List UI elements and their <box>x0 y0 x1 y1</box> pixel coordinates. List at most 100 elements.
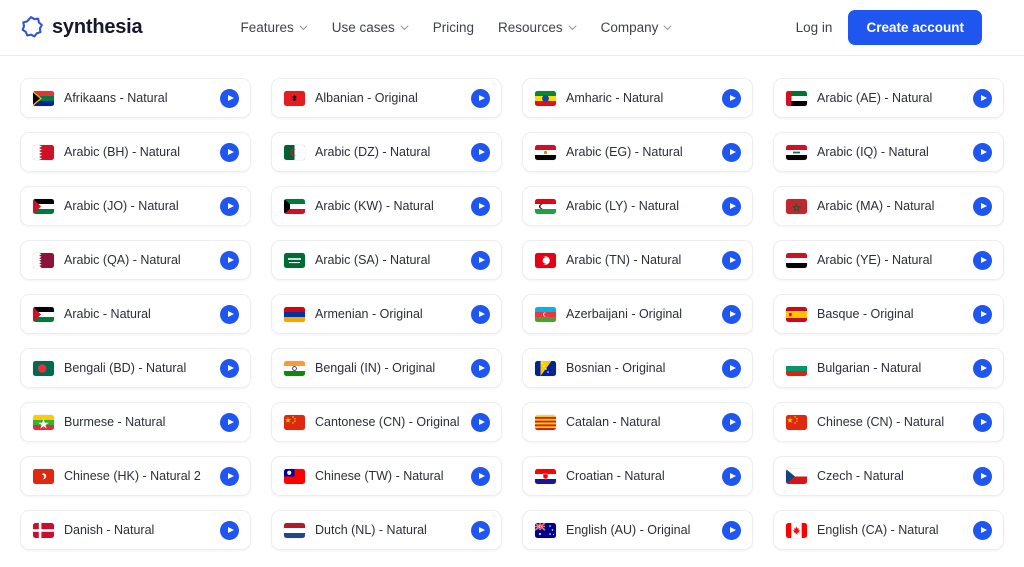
play-icon[interactable] <box>220 466 239 486</box>
play-icon[interactable] <box>471 88 490 108</box>
voice-label: Arabic (SA) - Natural <box>315 253 431 267</box>
play-triangle <box>478 257 485 263</box>
login-link[interactable]: Log in <box>796 20 833 35</box>
play-icon[interactable] <box>220 304 239 324</box>
create-account-button[interactable]: Create account <box>848 10 982 45</box>
play-icon[interactable] <box>471 520 490 540</box>
voice-card[interactable]: Arabic (TN) - Natural <box>522 240 753 280</box>
voice-card[interactable]: Arabic (LY) - Natural <box>522 186 753 226</box>
voice-card[interactable]: Burmese - Natural <box>20 402 251 442</box>
voice-label: Bengali (BD) - Natural <box>64 361 187 375</box>
nav-item-use-cases[interactable]: Use cases <box>332 20 409 35</box>
play-icon[interactable] <box>471 196 490 216</box>
voice-card[interactable]: Amharic - Natural <box>522 78 753 118</box>
play-triangle <box>729 365 736 371</box>
play-triangle <box>478 203 485 209</box>
play-icon[interactable] <box>973 412 992 432</box>
play-icon[interactable] <box>973 250 992 270</box>
play-triangle <box>478 365 485 371</box>
nav-item-company[interactable]: Company <box>601 20 673 35</box>
play-icon[interactable] <box>471 358 490 378</box>
voice-label: Croatian - Natural <box>566 469 665 483</box>
voice-card[interactable]: Arabic (EG) - Natural <box>522 132 753 172</box>
voice-card[interactable]: Czech - Natural <box>773 456 1004 496</box>
flag-icon-ma <box>786 198 807 214</box>
voice-card[interactable]: Arabic (BH) - Natural <box>20 132 251 172</box>
voice-card[interactable]: Arabic (QA) - Natural <box>20 240 251 280</box>
voice-card[interactable]: Arabic (IQ) - Natural <box>773 132 1004 172</box>
voice-label: Chinese (HK) - Natural 2 <box>64 469 201 483</box>
play-icon[interactable] <box>973 88 992 108</box>
flag-icon-jo <box>33 198 54 214</box>
play-icon[interactable] <box>471 304 490 324</box>
voice-card[interactable]: Bengali (BD) - Natural <box>20 348 251 388</box>
voice-label: Arabic (QA) - Natural <box>64 253 181 267</box>
play-icon[interactable] <box>471 412 490 432</box>
voice-label: Bengali (IN) - Original <box>315 361 436 375</box>
play-icon[interactable] <box>973 466 992 486</box>
play-icon[interactable] <box>220 142 239 162</box>
voice-card[interactable]: Dutch (NL) - Natural <box>271 510 502 550</box>
play-icon[interactable] <box>722 358 741 378</box>
flag-icon-mm <box>33 414 54 430</box>
play-icon[interactable] <box>973 304 992 324</box>
play-icon[interactable] <box>220 412 239 432</box>
voice-card[interactable]: Arabic (SA) - Natural <box>271 240 502 280</box>
voice-card[interactable]: Arabic (KW) - Natural <box>271 186 502 226</box>
voice-card[interactable]: Bengali (IN) - Original <box>271 348 502 388</box>
play-icon[interactable] <box>722 466 741 486</box>
voice-card[interactable]: Basque - Original <box>773 294 1004 334</box>
play-icon[interactable] <box>722 520 741 540</box>
play-icon[interactable] <box>722 250 741 270</box>
voice-card[interactable]: Danish - Natural <box>20 510 251 550</box>
play-icon[interactable] <box>471 466 490 486</box>
play-icon[interactable] <box>220 358 239 378</box>
play-icon[interactable] <box>220 196 239 216</box>
voice-card[interactable]: Chinese (CN) - Natural <box>773 402 1004 442</box>
voice-card[interactable]: English (AU) - Original <box>522 510 753 550</box>
chevron-down-icon <box>299 25 308 30</box>
voice-card[interactable]: Bulgarian - Natural <box>773 348 1004 388</box>
voice-card[interactable]: Albanian - Original <box>271 78 502 118</box>
voice-card[interactable]: Catalan - Natural <box>522 402 753 442</box>
play-icon[interactable] <box>220 88 239 108</box>
voice-card[interactable]: Arabic (MA) - Natural <box>773 186 1004 226</box>
voice-card[interactable]: Azerbaijani - Original <box>522 294 753 334</box>
play-icon[interactable] <box>471 250 490 270</box>
play-triangle <box>478 473 485 479</box>
voice-card[interactable]: Cantonese (CN) - Original <box>271 402 502 442</box>
play-icon[interactable] <box>973 358 992 378</box>
nav-item-label: Company <box>600 20 659 35</box>
flag-icon-am <box>284 306 305 322</box>
play-icon[interactable] <box>471 142 490 162</box>
voice-card[interactable]: Bosnian - Original <box>522 348 753 388</box>
voice-card[interactable]: Croatian - Natural <box>522 456 753 496</box>
play-triangle <box>227 95 234 101</box>
voice-card[interactable]: Arabic (AE) - Natural <box>773 78 1004 118</box>
voice-card[interactable]: Arabic (YE) - Natural <box>773 240 1004 280</box>
voice-card[interactable]: Chinese (HK) - Natural 2 <box>20 456 251 496</box>
voice-card[interactable]: Afrikaans - Natural <box>20 78 251 118</box>
play-icon[interactable] <box>220 250 239 270</box>
play-icon[interactable] <box>722 412 741 432</box>
nav-item-resources[interactable]: Resources <box>498 20 577 35</box>
nav-item-features[interactable]: Features <box>240 20 308 35</box>
play-icon[interactable] <box>973 520 992 540</box>
play-icon[interactable] <box>722 142 741 162</box>
nav-item-pricing[interactable]: Pricing <box>433 20 474 35</box>
play-icon[interactable] <box>722 88 741 108</box>
flag-icon-cn <box>284 414 305 430</box>
brand-logo[interactable]: synthesia <box>18 15 143 41</box>
play-icon[interactable] <box>973 196 992 216</box>
play-icon[interactable] <box>973 142 992 162</box>
play-icon[interactable] <box>722 196 741 216</box>
voice-card[interactable]: Armenian - Original <box>271 294 502 334</box>
voice-card[interactable]: Arabic (JO) - Natural <box>20 186 251 226</box>
voice-card[interactable]: Arabic - Natural <box>20 294 251 334</box>
voice-card[interactable]: English (CA) - Natural <box>773 510 1004 550</box>
voice-card[interactable]: Chinese (TW) - Natural <box>271 456 502 496</box>
play-icon[interactable] <box>722 304 741 324</box>
flag-icon-al <box>284 90 305 106</box>
play-icon[interactable] <box>220 520 239 540</box>
voice-card[interactable]: Arabic (DZ) - Natural <box>271 132 502 172</box>
